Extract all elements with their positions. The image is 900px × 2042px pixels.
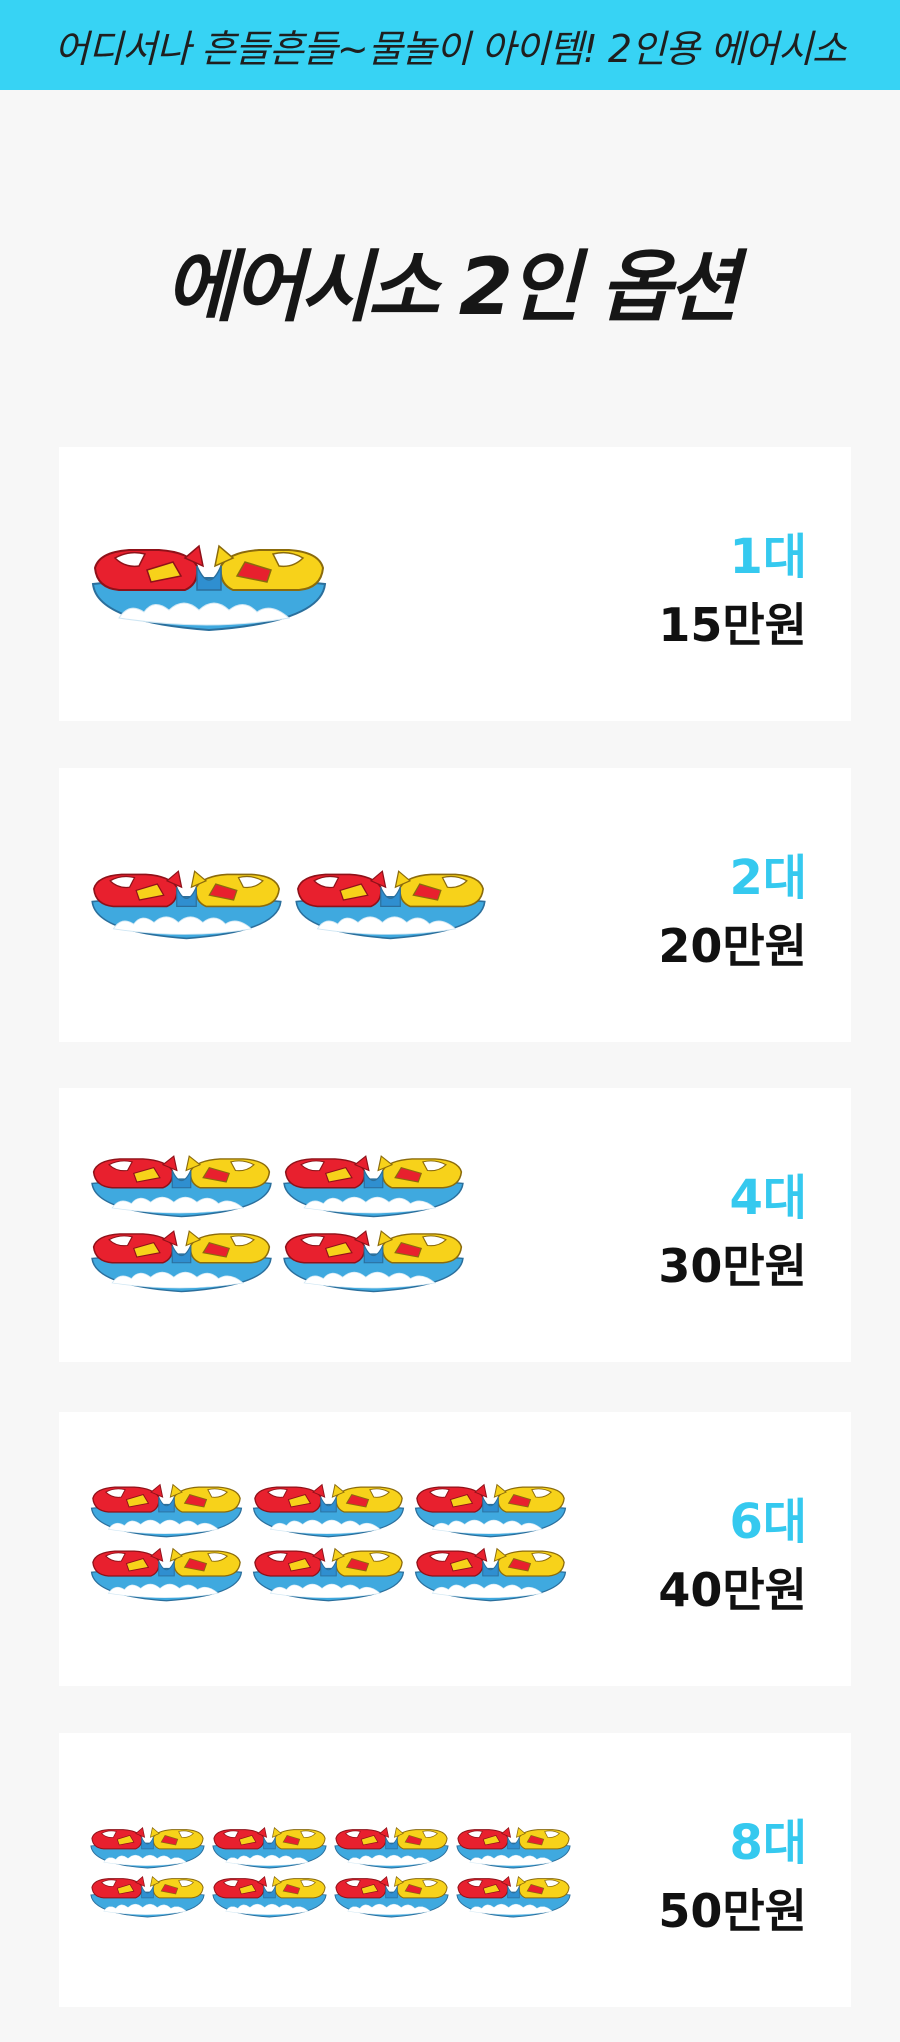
air-seesaw-plane-icon <box>333 1870 450 1918</box>
top-banner: 어디서나 흔들흔들~물놀이 아이템! 2인용 에어시소 <box>0 0 900 90</box>
air-seesaw-plane-icon <box>455 1870 572 1918</box>
air-seesaw-plane-icon <box>89 1821 206 1869</box>
option-card-2[interactable]: 2대 20만원 <box>59 768 851 1042</box>
option-price: 15만원 <box>658 598 807 652</box>
option-price: 30만원 <box>658 1239 807 1293</box>
air-seesaw-plane-icon <box>89 1540 244 1602</box>
option-card-5[interactable]: 8대 50만원 <box>59 1733 851 2007</box>
air-seesaw-plane-icon <box>333 1821 450 1869</box>
option-price: 50만원 <box>658 1884 807 1938</box>
option-quantity: 4대 <box>729 1170 807 1226</box>
option-quantity: 6대 <box>729 1494 807 1550</box>
air-seesaw-plane-icon <box>251 1476 406 1538</box>
air-seesaw-plane-icon <box>89 1870 206 1918</box>
air-seesaw-plane-icon <box>293 860 488 940</box>
banner-text: 어디서나 흔들흔들~물놀이 아이템! 2인용 에어시소 <box>54 26 847 71</box>
option-quantity: 2대 <box>729 850 807 906</box>
air-seesaw-plane-icon <box>281 1146 466 1218</box>
air-seesaw-plane-icon <box>281 1221 466 1293</box>
air-seesaw-plane-icon <box>89 1146 274 1218</box>
air-seesaw-plane-icon <box>89 532 329 632</box>
option-price: 40만원 <box>658 1563 807 1617</box>
option-quantity: 1대 <box>729 529 807 585</box>
air-seesaw-plane-icon <box>211 1870 328 1918</box>
air-seesaw-plane-icon <box>413 1540 568 1602</box>
option-quantity: 8대 <box>729 1815 807 1871</box>
option-price: 20만원 <box>658 919 807 973</box>
option-card-4[interactable]: 6대 40만원 <box>59 1412 851 1686</box>
option-card-3[interactable]: 4대 30만원 <box>59 1088 851 1362</box>
air-seesaw-plane-icon <box>455 1821 572 1869</box>
air-seesaw-plane-icon <box>89 860 284 940</box>
air-seesaw-plane-icon <box>89 1221 274 1293</box>
option-card-1[interactable]: 1대 15만원 <box>59 447 851 721</box>
page-title: 에어시소 2인 옵션 <box>164 243 740 333</box>
air-seesaw-plane-icon <box>89 1476 244 1538</box>
air-seesaw-plane-icon <box>413 1476 568 1538</box>
air-seesaw-plane-icon <box>211 1821 328 1869</box>
air-seesaw-plane-icon <box>251 1540 406 1602</box>
